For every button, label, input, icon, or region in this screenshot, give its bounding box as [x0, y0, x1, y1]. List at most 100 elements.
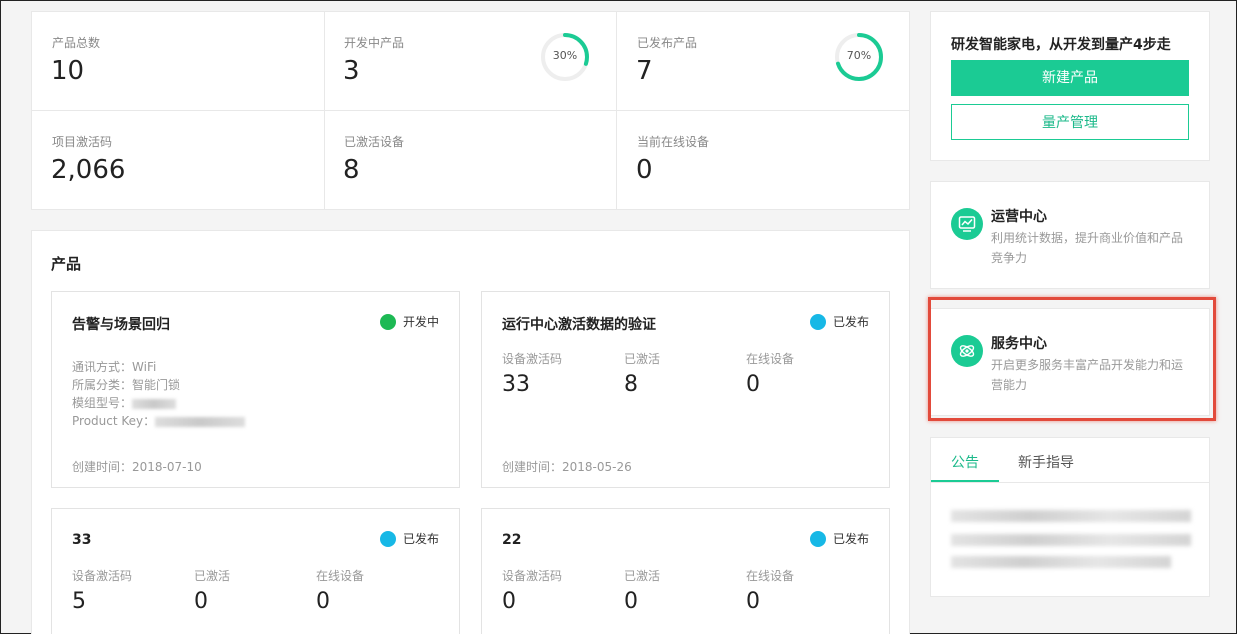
monitor-chart-icon: [951, 208, 983, 240]
metric-value: 0: [194, 589, 208, 614]
info-label: Product Key：: [72, 414, 156, 428]
stat-value: 2,066: [51, 155, 126, 185]
product-info: 通讯方式：WiFi 所属分类：智能门锁 模组型号： Product Key：: [72, 358, 246, 430]
stat-label: 开发中产品: [344, 36, 405, 50]
product-card[interactable]: 告警与场景回归 开发中 通讯方式：WiFi 所属分类：智能门锁 模组型号： Pr…: [51, 291, 460, 488]
stat-label: 已激活设备: [344, 135, 405, 149]
stat-label: 当前在线设备: [637, 135, 710, 149]
status-badge: 已发布: [809, 313, 869, 330]
stat-label: 已发布产品: [637, 36, 698, 50]
notice-tabs: 公告 新手指导: [931, 438, 1209, 483]
metric-online: 在线设备 0: [316, 567, 364, 614]
stat-online-devices: 当前在线设备 0: [617, 111, 910, 210]
info-value: 智能门锁: [132, 378, 181, 392]
metric-online: 在线设备 0: [746, 567, 794, 614]
ops-center-card[interactable]: 运营中心 利用统计数据，提升商业价值和产品竞争力: [930, 181, 1210, 289]
promo-title: 研发智能家电，从开发到量产4步走: [951, 37, 1171, 53]
status-badge: 开发中: [379, 313, 439, 330]
card-title: 运营中心: [991, 209, 1047, 225]
metric-label: 设备激活码: [502, 352, 563, 366]
metric-activation-codes: 设备激活码 0: [502, 567, 562, 614]
mass-production-button[interactable]: 量产管理: [951, 104, 1189, 140]
redacted-line: [951, 556, 1171, 568]
status-badge: 已发布: [379, 530, 439, 547]
created-time: 创建时间：2018-07-10: [72, 460, 202, 474]
product-name: 告警与场景回归: [72, 317, 170, 333]
info-value: WiFi: [132, 360, 157, 374]
status-dot: [379, 313, 396, 330]
metric-online: 在线设备 0: [746, 350, 794, 397]
metric-label: 在线设备: [746, 569, 795, 583]
metric-value: 5: [72, 589, 86, 614]
metric-activated: 已激活 8: [624, 350, 660, 397]
product-name: 运行中心激活数据的验证: [502, 317, 656, 333]
stat-developing-products: 开发中产品 3 30%: [324, 12, 617, 111]
metric-value: 0: [316, 589, 330, 614]
stat-activation-codes: 项目激活码 2,066: [32, 111, 325, 210]
new-product-button[interactable]: 新建产品: [951, 60, 1189, 96]
metric-label: 设备激活码: [72, 569, 133, 583]
metric-label: 已激活: [194, 569, 231, 583]
card-description: 利用统计数据，提升商业价值和产品竞争力: [991, 231, 1184, 265]
section-title: 产品: [51, 255, 82, 273]
metric-label: 在线设备: [316, 569, 365, 583]
status-dot: [809, 313, 826, 330]
status-dot: [379, 530, 396, 547]
metric-value: 0: [624, 589, 638, 614]
product-card[interactable]: 22 已发布 设备激活码 0 已激活 0 在线设备 0: [481, 508, 890, 634]
products-panel: 产品 告警与场景回归 开发中 通讯方式：WiFi 所属分类：智能门锁 模组型号：…: [31, 230, 910, 634]
created-time: 创建时间：2018-05-26: [502, 460, 632, 474]
promo-panel: 研发智能家电，从开发到量产4步走 新建产品 量产管理: [930, 11, 1210, 161]
stat-product-total: 产品总数 10: [32, 12, 325, 111]
active-tab-indicator: [931, 480, 999, 482]
stat-value: 8: [343, 155, 360, 185]
redacted-value: [155, 416, 246, 427]
product-card[interactable]: 运行中心激活数据的验证 已发布 设备激活码 33 已激活 8 在线设备 0 创建…: [481, 291, 890, 488]
stat-label: 产品总数: [52, 36, 101, 50]
stat-value: 3: [343, 56, 360, 86]
stat-value: 0: [636, 155, 653, 185]
info-label: 所属分类：: [72, 378, 133, 392]
stats-panel: 产品总数 10 开发中产品 3 30% 已发布产品 7 70% 项目激活码 2,…: [31, 11, 910, 210]
progress-percent: 70%: [846, 49, 872, 62]
product-name: 22: [502, 532, 522, 548]
metric-value: 33: [502, 372, 530, 397]
progress-ring: 70%: [834, 32, 884, 82]
metric-label: 已激活: [624, 569, 661, 583]
metric-label: 在线设备: [746, 352, 795, 366]
tab-beginner-guide[interactable]: 新手指导: [1018, 452, 1074, 472]
metric-value: 0: [746, 372, 760, 397]
metric-activation-codes: 设备激活码 33: [502, 350, 562, 397]
info-label: 模组型号：: [72, 396, 133, 410]
redacted-line: [951, 510, 1191, 522]
progress-percent: 30%: [552, 49, 578, 62]
stat-published-products: 已发布产品 7 70%: [617, 12, 910, 111]
metric-value: 0: [746, 589, 760, 614]
stat-value: 7: [636, 56, 653, 86]
status-dot: [809, 530, 826, 547]
stat-activated-devices: 已激活设备 8: [324, 111, 617, 210]
metric-value: 8: [624, 372, 638, 397]
status-label: 已发布: [832, 532, 869, 546]
status-label: 开发中: [402, 315, 439, 329]
progress-ring: 30%: [540, 32, 590, 82]
metric-label: 设备激活码: [502, 569, 563, 583]
product-card[interactable]: 33 已发布 设备激活码 5 已激活 0 在线设备 0: [51, 508, 460, 634]
redacted-line: [951, 534, 1191, 546]
tab-announcement[interactable]: 公告: [951, 452, 979, 472]
redacted-value: [132, 398, 177, 409]
highlight-box: [928, 297, 1216, 421]
metric-label: 已激活: [624, 352, 661, 366]
status-badge: 已发布: [809, 530, 869, 547]
product-name: 33: [72, 532, 92, 548]
status-label: 已发布: [832, 315, 869, 329]
stat-label: 项目激活码: [52, 135, 113, 149]
stat-value: 10: [51, 56, 85, 86]
status-label: 已发布: [402, 532, 439, 546]
metric-activated: 已激活 0: [194, 567, 230, 614]
metric-activated: 已激活 0: [624, 567, 660, 614]
metric-activation-codes: 设备激活码 5: [72, 567, 132, 614]
info-label: 通讯方式：: [72, 360, 133, 374]
metric-value: 0: [502, 589, 516, 614]
notice-panel: 公告 新手指导: [930, 437, 1210, 597]
